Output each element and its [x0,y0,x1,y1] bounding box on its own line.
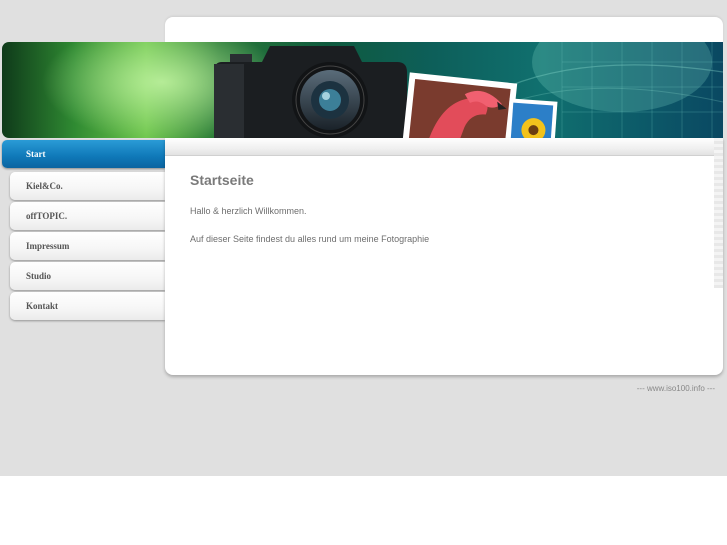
nav-item-kontakt[interactable]: Kontakt [10,292,165,320]
nav-item-label: Studio [26,271,52,281]
nav-item-offtopic[interactable]: offTOPIC. [10,202,165,230]
nav-item-label: Kontakt [26,301,59,311]
welcome-text: Hallo & herzlich Willkommen. [190,206,307,216]
footer-link[interactable]: --- www.iso100.info --- [637,384,715,393]
sunflower-photo [506,98,558,138]
flamingo-photo [402,72,518,138]
content-divider [165,138,723,156]
nav-item-label: Start [26,149,46,159]
intro-text: Auf dieser Seite findest du alles rund u… [190,234,430,244]
nav-item-label: offTOPIC. [26,211,68,221]
camera-image [214,46,407,138]
nav-item-kiel-co[interactable]: Kiel&Co. [10,172,165,200]
nav-item-label: Impressum [26,241,70,251]
page-title: Startseite [190,172,254,188]
nav-item-studio[interactable]: Studio [10,262,165,290]
nav-item-start[interactable]: Start [2,140,165,168]
header-banner [2,42,723,138]
decorative-strip [714,138,723,288]
banner-graphic [42,42,723,138]
content-card-top [165,17,723,43]
nav-item-label: Kiel&Co. [26,181,63,191]
main-content: Startseite Hallo & herzlich Willkommen. … [165,138,723,375]
nav-item-impressum[interactable]: Impressum [10,232,165,260]
